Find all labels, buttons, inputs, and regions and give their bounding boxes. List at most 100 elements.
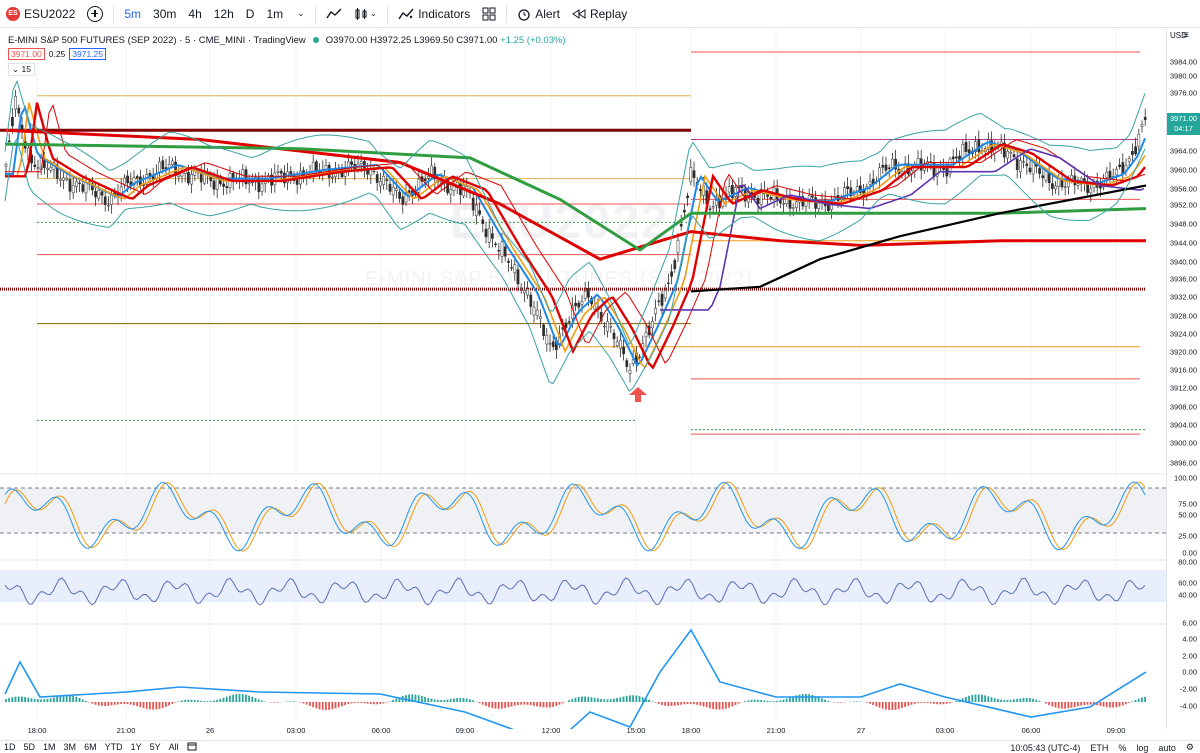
timeframe-5m[interactable]: 5m	[118, 0, 147, 28]
candle-type-button[interactable]: ⌄	[348, 0, 384, 28]
macd-histogram-bar	[225, 696, 228, 702]
timeframe-1m[interactable]: 1m	[260, 0, 289, 28]
timeframe-d[interactable]: D	[240, 0, 261, 28]
macd-histogram-bar	[513, 702, 516, 706]
candle-body	[654, 308, 657, 315]
time-axis-label: 03:00	[935, 726, 955, 735]
gear-icon[interactable]: ⚙	[1186, 742, 1194, 753]
candle-body	[395, 188, 398, 191]
macd-histogram-bar	[360, 702, 362, 703]
time-axis[interactable]: 18:00 21:00 26 03:00 06:00 09:00 12:00 15:00 18:…	[0, 722, 1166, 740]
macd-histogram-bar	[709, 702, 711, 709]
indicators-collapse-button[interactable]: ⌄ 15	[8, 62, 35, 76]
candle-body	[868, 181, 872, 185]
timeframe-dropdown[interactable]: ⌄	[289, 0, 311, 28]
range-3m[interactable]: 3M	[60, 742, 81, 752]
ask-price[interactable]: 3971.25	[69, 48, 107, 60]
range-1y[interactable]: 1Y	[127, 742, 146, 752]
clock[interactable]: 10:05:43 (UTC-4)	[1010, 743, 1080, 753]
macd-histogram-bar	[216, 699, 218, 702]
range-5d[interactable]: 5D	[20, 742, 40, 752]
macd-histogram-bar	[1099, 702, 1102, 706]
timeframe-4h[interactable]: 4h	[182, 0, 207, 28]
macd-histogram-bar	[545, 702, 548, 708]
axis-settings-icon[interactable]: ≡	[1183, 30, 1189, 41]
macd-histogram-bar	[769, 701, 772, 702]
symbol-search[interactable]: ES ESU2022	[0, 0, 81, 28]
chevron-down-icon: ⌄	[369, 8, 378, 18]
candle-body	[644, 332, 648, 338]
price-axis-label: 40.00	[1178, 590, 1197, 600]
macd-histogram-bar	[229, 695, 231, 702]
macd-histogram-bar	[136, 702, 138, 707]
replay-icon	[572, 8, 586, 19]
macd-histogram-bar	[520, 702, 522, 705]
macd-histogram-bar	[1038, 700, 1041, 702]
price-axis-label: 25.00	[1178, 531, 1197, 541]
replay-button[interactable]: Replay	[566, 0, 633, 28]
macd-histogram-bar	[46, 698, 49, 702]
range-6m[interactable]: 6M	[80, 742, 101, 752]
percent-toggle[interactable]: %	[1118, 743, 1126, 753]
chart-type-button[interactable]	[320, 0, 348, 28]
macd-histogram-bar	[779, 700, 782, 702]
candle-body	[187, 172, 190, 184]
range-ytd[interactable]: YTD	[101, 742, 127, 752]
candle-body	[1137, 133, 1141, 147]
macd-histogram-bar	[257, 699, 260, 702]
macd-histogram-bar	[606, 699, 609, 702]
session-toggle[interactable]: ETH	[1090, 743, 1108, 753]
bid-price[interactable]: 3971.00	[8, 48, 45, 60]
series-title[interactable]: E-MINI S&P 500 FUTURES (SEP 2022) · 5 · …	[8, 35, 306, 46]
macd-histogram-bar	[609, 699, 612, 702]
macd-histogram-bar	[872, 702, 874, 706]
chart-canvas[interactable]	[0, 29, 1166, 748]
macd-histogram-bar	[875, 702, 878, 707]
candle-body	[1057, 178, 1061, 187]
watermark-name: E-MINI S&P 500 FUTURES (SEP 2022)	[365, 268, 753, 290]
range-5y[interactable]: 5Y	[146, 742, 165, 752]
log-toggle[interactable]: log	[1136, 743, 1148, 753]
macd-histogram-bar	[757, 699, 759, 702]
range-1d[interactable]: 1D	[0, 742, 20, 752]
macd-histogram-bar	[997, 698, 999, 702]
macd-histogram-bar	[1019, 698, 1022, 702]
macd-histogram-bar	[251, 696, 254, 702]
macd-histogram-bar	[1112, 702, 1114, 708]
macd-histogram-bar	[504, 702, 506, 708]
price-axis-label: -2.00	[1179, 684, 1197, 694]
timeframe-12h[interactable]: 12h	[208, 0, 240, 28]
auto-toggle[interactable]: auto	[1158, 743, 1176, 753]
macd-histogram-bar	[481, 702, 484, 705]
chart-legend: E-MINI S&P 500 FUTURES (SEP 2022) · 5 · …	[8, 33, 566, 76]
candle-body	[689, 167, 693, 183]
candle-body	[1131, 151, 1134, 155]
range-1m[interactable]: 1M	[39, 742, 60, 752]
macd-histogram-bar	[469, 699, 471, 702]
indicators-label: Indicators	[418, 6, 471, 21]
compare-button[interactable]	[81, 0, 109, 28]
macd-histogram-bar	[536, 702, 538, 707]
chart-svg[interactable]	[0, 29, 1166, 748]
templates-button[interactable]	[476, 0, 502, 28]
candle-body	[1028, 167, 1032, 173]
macd-histogram-bar	[334, 702, 337, 709]
date-range-button[interactable]	[183, 741, 201, 753]
indicators-button[interactable]: Indicators	[392, 0, 476, 28]
macd-histogram-bar	[971, 694, 974, 702]
candle-body	[615, 341, 619, 346]
candle-body	[225, 186, 229, 189]
time-axis-label: 18:00	[27, 726, 47, 735]
candle-body	[814, 197, 817, 209]
macd-histogram-bar	[629, 695, 631, 702]
macd-histogram-bar	[929, 702, 932, 704]
range-all[interactable]: All	[165, 742, 183, 752]
macd-histogram-bar	[856, 701, 858, 702]
price-axis-label: 75.00	[1178, 499, 1197, 509]
macd-histogram-bar	[603, 699, 606, 702]
macd-histogram-bar	[142, 702, 145, 709]
alert-button[interactable]: Alert	[511, 0, 566, 28]
macd-histogram-bar	[11, 697, 14, 702]
macd-line	[4, 628, 1147, 748]
timeframe-30m[interactable]: 30m	[147, 0, 182, 28]
